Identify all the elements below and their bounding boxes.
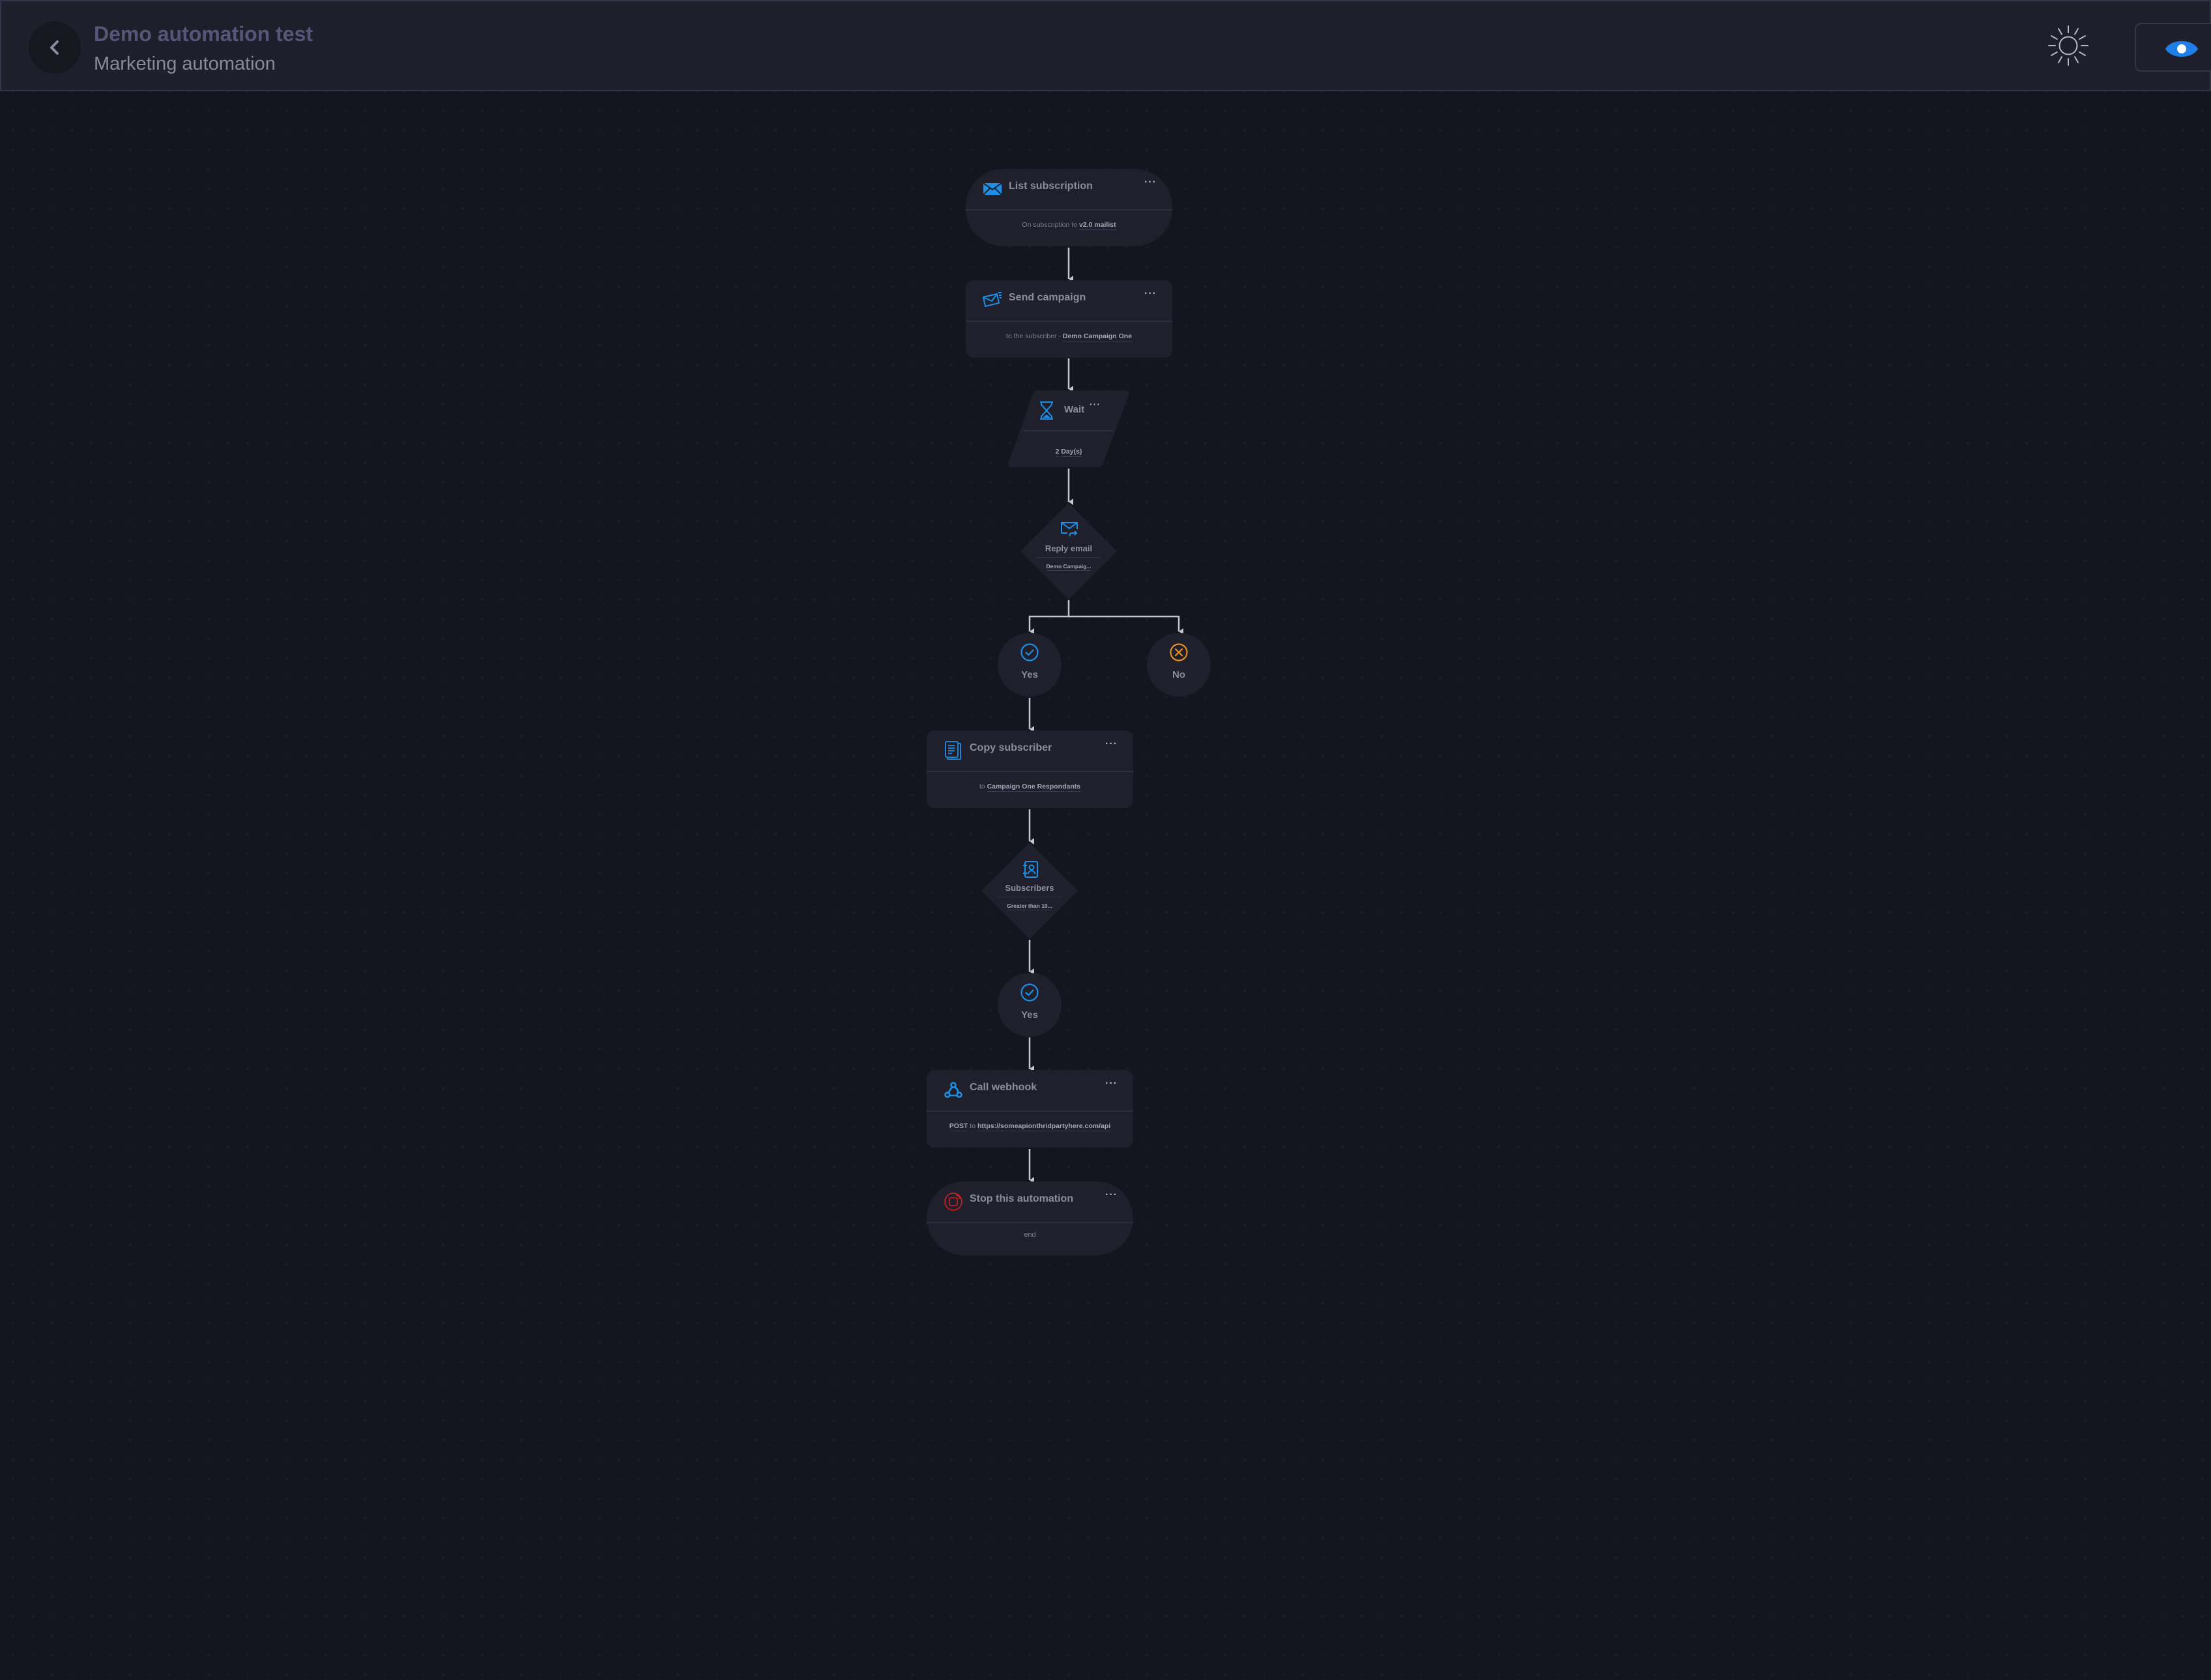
target-list-link[interactable]: Campaign One Respondants — [987, 783, 1081, 792]
node-description: to the subscriber - Demo Campaign One — [966, 332, 1172, 341]
node-stop-automation[interactable]: Stop this automation ··· end — [927, 1181, 1133, 1255]
automation-subtitle: Marketing automation — [94, 53, 276, 74]
divider — [1036, 557, 1101, 558]
chevron-left-icon — [50, 40, 59, 55]
description-text: to the subscriber - — [1005, 332, 1063, 340]
description-text: to — [979, 783, 987, 790]
branch-connector — [1069, 615, 1183, 635]
contact-book-icon — [1023, 861, 1038, 878]
node-menu-button[interactable]: ··· — [1144, 288, 1157, 300]
automation-title: Demo automation test — [94, 22, 313, 46]
node-copy-subscriber[interactable]: Copy subscriber ··· to Campaign One Resp… — [927, 731, 1133, 808]
check-circle-icon — [1020, 643, 1039, 661]
webhook-url[interactable]: https://someapionthridpartyhere.com/api — [977, 1122, 1111, 1131]
node-header: Send campaign ··· — [966, 280, 1172, 322]
send-mail-icon — [983, 292, 1002, 307]
node-title: Wait — [1064, 404, 1085, 415]
node-header: Stop this automation ··· — [927, 1181, 1133, 1223]
copy-document-icon — [945, 741, 961, 760]
branch-yes-subscribers[interactable]: Yes — [998, 973, 1062, 1037]
node-title: Stop this automation — [970, 1193, 1074, 1204]
node-reply-email-condition[interactable]: Reply email Demo Campaig... — [1020, 503, 1117, 600]
node-description: On subscription to v2.0 mailist — [966, 221, 1172, 230]
description-text: On subscription to — [1022, 221, 1079, 229]
wait-unit[interactable]: Day(s) — [1061, 448, 1082, 457]
node-call-webhook[interactable]: Call webhook ··· POST to https://someapi… — [927, 1070, 1133, 1148]
node-header: List subscription ··· — [966, 169, 1172, 210]
branch-label: Yes — [1021, 669, 1038, 680]
campaign-link[interactable]: Demo Campaign One — [1062, 332, 1133, 341]
back-button[interactable] — [29, 22, 81, 74]
node-title: Send campaign — [1009, 292, 1086, 303]
header-bar: Demo automation test Marketing automatio… — [0, 0, 2211, 91]
node-list-subscription[interactable]: List subscription ··· On subscription to… — [966, 169, 1172, 246]
node-title: Call webhook — [970, 1082, 1037, 1093]
branch-yes[interactable]: Yes — [998, 633, 1062, 697]
campaign-link[interactable]: Demo Campaig... — [1046, 563, 1091, 571]
node-title: Reply email — [1045, 543, 1093, 553]
node-title: List subscription — [1009, 181, 1093, 192]
http-method[interactable]: POST — [949, 1122, 968, 1131]
node-menu-button[interactable]: ··· — [1105, 1189, 1118, 1201]
flow-connectors — [1028, 248, 1183, 1183]
check-circle-icon — [1020, 983, 1039, 1002]
webhook-icon — [944, 1082, 962, 1098]
node-wait[interactable]: Wait ··· 2 Day(s) — [1008, 390, 1129, 467]
node-description: to Campaign One Respondants — [927, 783, 1133, 792]
x-circle-icon — [1170, 643, 1188, 661]
description-text: to — [968, 1122, 977, 1130]
node-description: Greater than 10... — [981, 903, 1078, 910]
node-subscribers-condition[interactable]: Subscribers Greater than 10... — [981, 843, 1078, 939]
node-menu-button[interactable]: ··· — [1105, 1078, 1118, 1090]
node-description: 2 Day(s) — [1008, 448, 1129, 457]
node-title: Subscribers — [1005, 883, 1054, 893]
stop-icon — [944, 1193, 962, 1211]
condition-value[interactable]: 10... — [1041, 903, 1052, 910]
theme-toggle-button[interactable] — [2042, 20, 2094, 72]
wait-amount[interactable]: 2 — [1055, 448, 1060, 457]
reply-mail-icon — [1061, 522, 1078, 537]
envelope-icon — [983, 182, 1002, 196]
node-title: Copy subscriber — [970, 742, 1052, 753]
preview-button[interactable] — [2135, 23, 2211, 72]
condition-operator[interactable]: Greater than — [1007, 903, 1040, 910]
node-description: POST to https://someapionthridpartyhere.… — [927, 1122, 1133, 1131]
node-header: Call webhook ··· — [927, 1070, 1133, 1112]
hourglass-icon — [1040, 401, 1053, 420]
eye-icon — [2165, 41, 2198, 57]
branch-label: No — [1172, 669, 1185, 680]
branch-connector — [1028, 600, 1070, 635]
branch-no[interactable]: No — [1147, 633, 1211, 697]
branch-label: Yes — [1021, 1009, 1038, 1021]
node-description: end — [1024, 1231, 1036, 1239]
node-menu-button[interactable]: ··· — [1105, 738, 1118, 750]
list-link[interactable]: v2.0 mailist — [1078, 221, 1116, 230]
sun-icon — [2048, 25, 2088, 66]
node-description: Demo Campaig... — [1020, 563, 1117, 571]
node-send-campaign[interactable]: Send campaign ··· to the subscriber - De… — [966, 280, 1172, 358]
node-menu-button[interactable]: ··· — [1090, 399, 1101, 409]
node-header: Copy subscriber ··· — [927, 731, 1133, 772]
node-menu-button[interactable]: ··· — [1144, 177, 1157, 188]
